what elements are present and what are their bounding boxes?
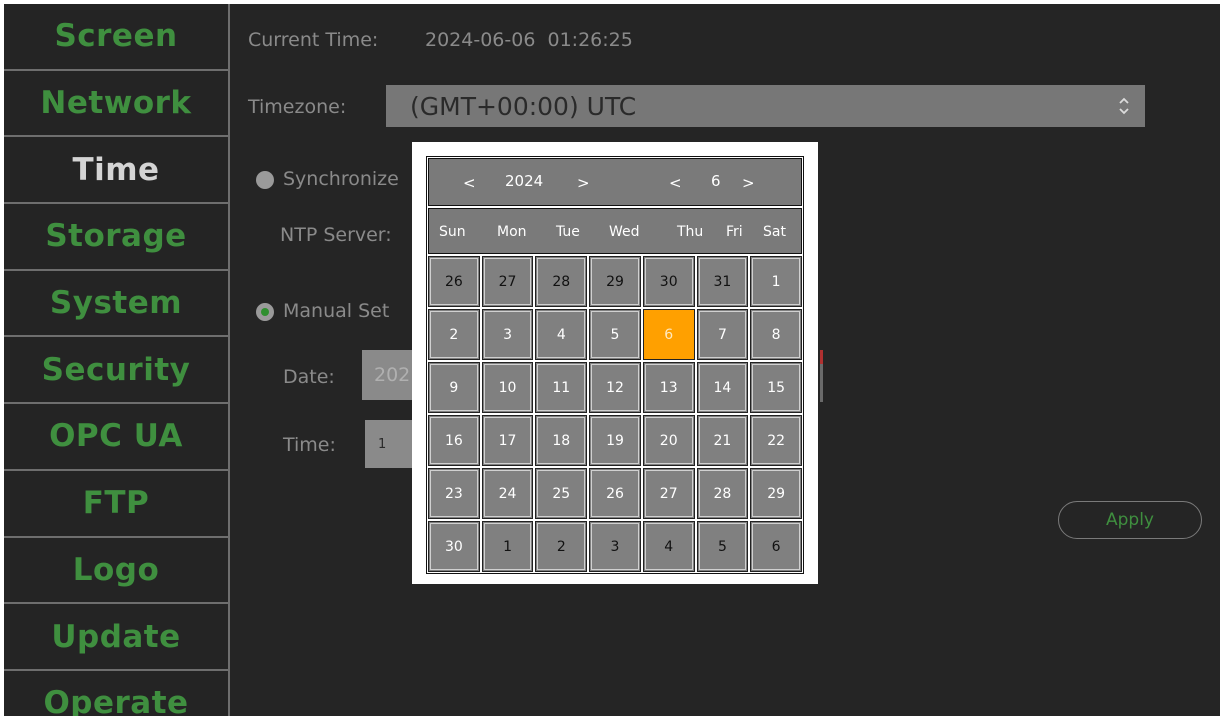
date-field-edge [820,350,823,402]
calendar-day[interactable]: 5 [589,309,641,360]
sidebar-item-network[interactable]: Network [4,71,228,138]
weekday-label: Tue [556,224,580,240]
date-label: Date: [283,366,335,388]
date-picker-popup: < 2024 > < 6 > Sun Mon Tue Wed Thu Fri S… [412,142,818,584]
sidebar-item-opc-ua[interactable]: OPC UA [4,404,228,471]
weekday-label: Wed [609,224,640,240]
calendar-frame: < 2024 > < 6 > Sun Mon Tue Wed Thu Fri S… [426,156,804,574]
calendar-day[interactable]: 31 [696,256,749,307]
prev-year-button[interactable]: < [463,174,476,192]
apply-button[interactable]: Apply [1058,501,1202,539]
calendar-day[interactable]: 26 [589,468,641,519]
calendar-day[interactable]: 16 [428,415,480,466]
calendar-day[interactable]: 28 [696,468,749,519]
calendar-day[interactable]: 2 [428,309,480,360]
sidebar-item-system[interactable]: System [4,271,228,338]
calendar-header: < 2024 > < 6 > [428,158,802,206]
sidebar-item-ftp[interactable]: FTP [4,471,228,538]
calendar-day[interactable]: 10 [481,362,534,413]
calendar-day[interactable]: 23 [428,468,480,519]
calendar-day[interactable]: 5 [696,521,749,572]
weekday-header: Sun Mon Tue Wed Thu Fri Sat [428,208,802,254]
calendar-day[interactable]: 17 [481,415,534,466]
chevron-up-down-icon [1119,97,1129,115]
timezone-label: Timezone: [248,96,347,118]
calendar-day[interactable]: 8 [750,309,802,360]
time-label: Time: [283,434,336,456]
weekday-label: Sat [763,224,786,240]
manual-option-label[interactable]: Manual Set [283,300,389,322]
sidebar-item-storage[interactable]: Storage [4,204,228,271]
sidebar-item-operate[interactable]: Operate [4,671,228,716]
calendar-day[interactable]: 3 [481,309,534,360]
calendar-day[interactable]: 12 [589,362,641,413]
calendar-day[interactable]: 29 [750,468,802,519]
calendar-day[interactable]: 1 [481,521,534,572]
calendar-day[interactable]: 29 [589,256,641,307]
weekday-label: Sun [439,224,466,240]
calendar-day[interactable]: 19 [589,415,641,466]
date-field-value: 202 [374,364,411,386]
timezone-select[interactable]: (GMT+00:00) UTC [386,85,1145,127]
calendar-day[interactable]: 2 [535,521,588,572]
calendar-day[interactable]: 1 [750,256,802,307]
calendar-day[interactable]: 21 [696,415,749,466]
calendar-day[interactable]: 7 [696,309,749,360]
ntp-server-label: NTP Server: [280,224,392,246]
calendar-day[interactable]: 25 [535,468,588,519]
day-grid: 26 27 28 29 30 31 1 2 3 4 5 6 7 8 9 10 11 12 13 14 15 16 17 18 1… [428,256,802,572]
next-month-button[interactable]: > [742,174,755,192]
calendar-day[interactable]: 24 [481,468,534,519]
next-year-button[interactable]: > [577,174,590,192]
calendar-day[interactable]: 28 [535,256,588,307]
current-time-value: 2024-06-06 01:26:25 [425,29,633,51]
sidebar: Screen Network Time Storage System Secur… [4,4,230,716]
sidebar-item-screen[interactable]: Screen [4,4,228,71]
sidebar-item-logo[interactable]: Logo [4,538,228,605]
calendar-day[interactable]: 6 [750,521,802,572]
calendar-day[interactable]: 14 [696,362,749,413]
calendar-day[interactable]: 11 [535,362,588,413]
timezone-value: (GMT+00:00) UTC [410,91,637,121]
calendar-day[interactable]: 15 [750,362,802,413]
current-time-label: Current Time: [248,29,379,51]
calendar-day[interactable]: 20 [642,415,695,466]
sidebar-item-update[interactable]: Update [4,604,228,671]
weekday-label: Mon [497,224,527,240]
calendar-day[interactable]: 22 [750,415,802,466]
calendar-day[interactable]: 4 [642,521,695,572]
radio-unchecked-icon[interactable] [256,171,274,189]
calendar-day[interactable]: 30 [642,256,695,307]
calendar-day[interactable]: 9 [428,362,480,413]
radio-checked-icon[interactable] [256,303,274,321]
calendar-day[interactable]: 30 [428,521,480,572]
time-field-value: 1 [378,437,387,452]
month-value: 6 [711,172,721,190]
calendar-day[interactable]: 26 [428,256,480,307]
calendar-day[interactable]: 18 [535,415,588,466]
sidebar-item-time[interactable]: Time [4,137,228,205]
calendar-day[interactable]: 27 [481,256,534,307]
calendar-day[interactable]: 13 [642,362,695,413]
weekday-label: Thu [677,224,704,240]
time-settings-window: Screen Network Time Storage System Secur… [4,4,1220,716]
sync-option-label[interactable]: Synchronize [283,168,399,190]
calendar-day-selected[interactable]: 6 [642,309,695,360]
year-value: 2024 [505,172,544,190]
calendar-day[interactable]: 3 [589,521,641,572]
calendar-day[interactable]: 4 [535,309,588,360]
calendar-day[interactable]: 27 [642,468,695,519]
sidebar-item-security[interactable]: Security [4,337,228,405]
prev-month-button[interactable]: < [669,174,682,192]
weekday-label: Fri [726,224,743,240]
